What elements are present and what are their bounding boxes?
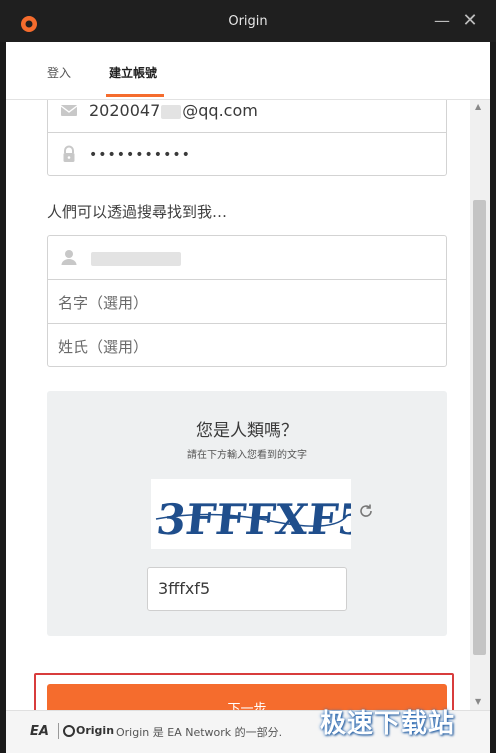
username-field[interactable]	[48, 236, 446, 280]
user-icon	[61, 250, 77, 265]
first-name-placeholder: 名字（選用）	[58, 294, 149, 312]
tab-create-account[interactable]: 建立帳號	[109, 64, 157, 81]
last-name-placeholder: 姓氏（選用）	[58, 338, 149, 356]
scroll-down-arrow-icon[interactable]: ▼	[475, 697, 481, 706]
last-name-field[interactable]: 姓氏（選用）	[48, 324, 446, 368]
password-field[interactable]: •••••••••••	[48, 133, 446, 177]
password-value: •••••••••••	[89, 147, 191, 163]
email-prefix: 2020047	[89, 101, 161, 120]
window-title: Origin	[228, 14, 268, 29]
search-visibility-label: 人們可以透過搜尋找到我…	[47, 203, 228, 221]
email-domain: @qq.com	[182, 101, 258, 120]
tab-bar: 登入 建立帳號	[6, 42, 490, 100]
mail-icon	[60, 105, 78, 116]
site-watermark: 极速下载站	[320, 709, 456, 739]
email-blur	[161, 104, 182, 119]
email-field[interactable]: 2020047 @qq.com	[48, 100, 446, 133]
captcha-title: 您是人類嗎？	[196, 421, 298, 441]
origin-wordmark: Origin	[76, 724, 115, 737]
ea-logo: EA	[30, 724, 49, 739]
refresh-icon[interactable]	[358, 503, 374, 519]
tab-login[interactable]: 登入	[47, 64, 71, 81]
origin-mini-icon	[63, 725, 75, 737]
captcha-panel: 您是人類嗎？ 請在下方輸入您看到的文字 3FFFXF5 3fffxf5	[47, 391, 447, 636]
captcha-image-text: 3FFFXF5	[154, 494, 351, 544]
scroll-up-arrow-icon[interactable]: ▲	[475, 102, 481, 111]
scrollbar-thumb[interactable]	[473, 200, 486, 655]
footer-divider	[58, 723, 59, 739]
active-tab-indicator	[106, 94, 164, 97]
captcha-input[interactable]: 3fffxf5	[147, 567, 347, 611]
username-blur	[91, 252, 181, 266]
profile-fields: 名字（選用） 姓氏（選用）	[47, 235, 447, 367]
lock-icon	[63, 145, 75, 162]
minimize-button[interactable]: —	[430, 10, 454, 34]
footer-text: Origin 是 EA Network 的一部分.	[116, 726, 283, 739]
close-button[interactable]: ✕	[458, 10, 482, 34]
captcha-image: 3FFFXF5	[151, 479, 370, 549]
first-name-field[interactable]: 名字（選用）	[48, 280, 446, 324]
captcha-subtitle: 請在下方輸入您看到的文字	[187, 450, 307, 461]
form-content: 2020047 @qq.com ••••••••••• 人們可以透過搜尋找到我… …	[6, 100, 470, 710]
title-bar: Origin — ✕	[0, 0, 496, 42]
account-fields: 2020047 @qq.com •••••••••••	[47, 100, 447, 176]
